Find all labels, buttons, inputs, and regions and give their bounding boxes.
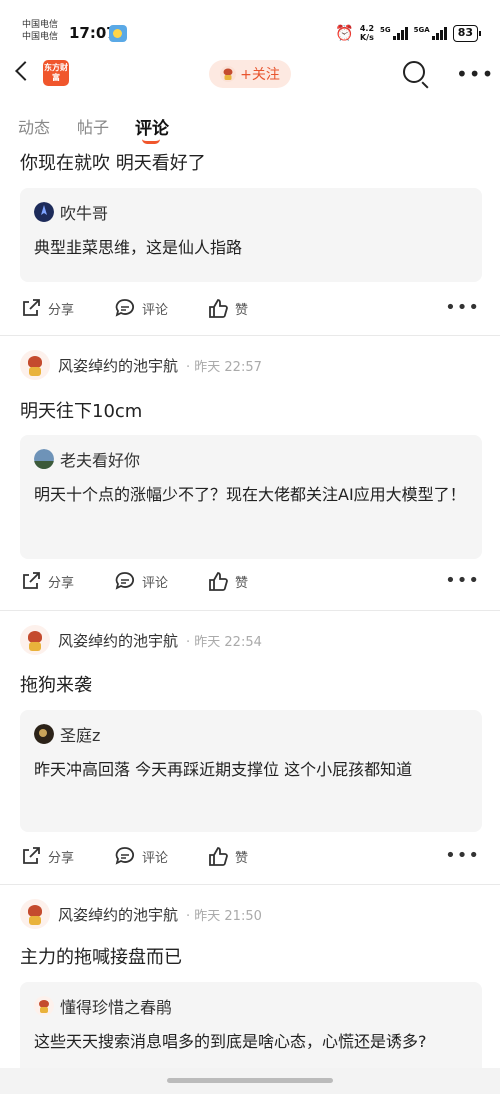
- user-avatar: [34, 202, 54, 222]
- like-button[interactable]: 赞: [207, 570, 248, 592]
- comment-text: 拖狗来袭: [20, 675, 92, 696]
- list-item: 你现在就吹 明天看好了 吹牛哥 典型韭菜思维，这是仙人指路 分享 评论 赞 ••…: [0, 144, 500, 336]
- quote-author: 圣庭z: [60, 726, 101, 745]
- post-time: · 昨天 21:50: [186, 908, 262, 924]
- user-avatar[interactable]: [20, 899, 50, 929]
- status-icons: ⏰ 4.2 K/s 5G 5GA 83: [335, 23, 482, 42]
- quoted-reply[interactable]: 老夫看好你 明天十个点的涨幅少不了？现在大佬都关注AI应用大模型了！: [20, 435, 482, 559]
- share-button[interactable]: 分享: [20, 845, 74, 867]
- post-time: · 昨天 22:54: [186, 634, 262, 650]
- more-options-icon[interactable]: •••: [445, 570, 480, 591]
- list-item: 风姿绰约的池宇航 · 昨天 22:54 拖狗来袭 圣庭z 昨天冲高回落 今天再踩…: [0, 611, 500, 885]
- post-author[interactable]: 风姿绰约的池宇航: [58, 904, 178, 925]
- comment-icon: [115, 847, 134, 865]
- share-button[interactable]: 分享: [20, 570, 74, 592]
- comment-text: 明天往下10cm: [20, 401, 143, 422]
- quote-text: 昨天冲高回落 今天再踩近期支撑位 这个小屁孩都知道: [34, 760, 413, 779]
- carrier-2: 中国电信: [22, 32, 59, 42]
- quote-author: 老夫看好你: [60, 451, 141, 470]
- more-options-icon[interactable]: •••: [445, 297, 480, 318]
- battery-icon: 83: [452, 24, 482, 42]
- weather-icon: [109, 25, 127, 42]
- alarm-icon: ⏰: [335, 23, 354, 42]
- app-logo: 东方财富: [43, 60, 69, 86]
- quote-author: 吹牛哥: [60, 204, 109, 223]
- user-avatar: [34, 449, 54, 469]
- action-bar: 分享 评论 赞 •••: [20, 297, 480, 323]
- like-button[interactable]: 赞: [207, 845, 248, 867]
- share-icon: [23, 572, 40, 589]
- tab-comments[interactable]: 评论: [135, 114, 169, 139]
- top-nav: 东方财富 +关注 •••: [0, 50, 500, 98]
- post-author[interactable]: 风姿绰约的池宇航: [58, 355, 178, 376]
- signal-icon-1: 5G: [380, 26, 408, 40]
- list-item: 风姿绰约的池宇航 · 昨天 22:57 明天往下10cm 老夫看好你 明天十个点…: [0, 336, 500, 611]
- quoted-reply[interactable]: 圣庭z 昨天冲高回落 今天再踩近期支撑位 这个小屁孩都知道: [20, 710, 482, 832]
- signal-icon-2: 5GA: [414, 26, 447, 40]
- comment-text: 主力的拖喊接盘而已: [20, 947, 182, 968]
- list-item: 风姿绰约的池宇航 · 昨天 21:50 主力的拖喊接盘而已 懂得珍惜之春鹃 这些…: [0, 885, 500, 1092]
- carrier-info: 中国电信 中国电信: [22, 19, 58, 43]
- user-avatar: [34, 724, 54, 744]
- back-icon[interactable]: [15, 61, 35, 81]
- share-icon: [23, 847, 40, 864]
- post-author[interactable]: 风姿绰约的池宇航: [58, 630, 178, 651]
- share-button[interactable]: 分享: [20, 297, 74, 319]
- more-icon[interactable]: •••: [456, 62, 494, 86]
- action-bar: 分享 评论 赞 •••: [20, 845, 480, 871]
- quote-text: 明天十个点的涨幅少不了？现在大佬都关注AI应用大模型了！: [34, 485, 466, 504]
- like-button[interactable]: 赞: [207, 297, 248, 319]
- quoted-reply[interactable]: 吹牛哥 典型韭菜思维，这是仙人指路: [20, 188, 482, 282]
- comment-button[interactable]: 评论: [114, 297, 168, 319]
- comment-button[interactable]: 评论: [114, 570, 168, 592]
- user-avatar-icon: [220, 66, 237, 82]
- user-avatar[interactable]: [20, 625, 50, 655]
- comment-button[interactable]: 评论: [114, 845, 168, 867]
- carrier-1: 中国电信: [22, 20, 59, 30]
- quote-text: 典型韭菜思维，这是仙人指路: [34, 238, 243, 257]
- post-time: · 昨天 22:57: [186, 359, 262, 375]
- thumbs-up-icon: [209, 572, 228, 591]
- profile-tabs: 动态 帖子 评论: [0, 108, 500, 144]
- thumbs-up-icon: [209, 299, 228, 318]
- quote-text: 这些天天搜索消息唱多的到底是啥心态，心慌还是诱多?: [34, 1032, 427, 1051]
- user-avatar[interactable]: [20, 350, 50, 380]
- search-icon[interactable]: [403, 61, 425, 83]
- follow-label: +关注: [240, 67, 280, 83]
- status-bar: 中国电信 中国电信 17:07 ⏰ 4.2 K/s 5G 5GA 83: [0, 0, 500, 50]
- comment-icon: [115, 572, 134, 590]
- comment-icon: [115, 299, 134, 317]
- follow-button[interactable]: +关注: [209, 60, 291, 88]
- tab-posts[interactable]: 帖子: [77, 114, 109, 138]
- home-indicator[interactable]: [167, 1078, 333, 1083]
- comment-feed: 你现在就吹 明天看好了 吹牛哥 典型韭菜思维，这是仙人指路 分享 评论 赞 ••…: [0, 144, 500, 1092]
- user-avatar: [34, 996, 54, 1016]
- tab-dynamics[interactable]: 动态: [18, 114, 50, 138]
- net-speed: 4.2 K/s: [359, 24, 375, 42]
- more-options-icon[interactable]: •••: [445, 845, 480, 866]
- quote-author: 懂得珍惜之春鹃: [60, 998, 173, 1017]
- action-bar: 分享 评论 赞 •••: [20, 570, 480, 596]
- share-icon: [23, 299, 40, 316]
- comment-text: 你现在就吹 明天看好了: [20, 153, 206, 174]
- thumbs-up-icon: [209, 847, 228, 866]
